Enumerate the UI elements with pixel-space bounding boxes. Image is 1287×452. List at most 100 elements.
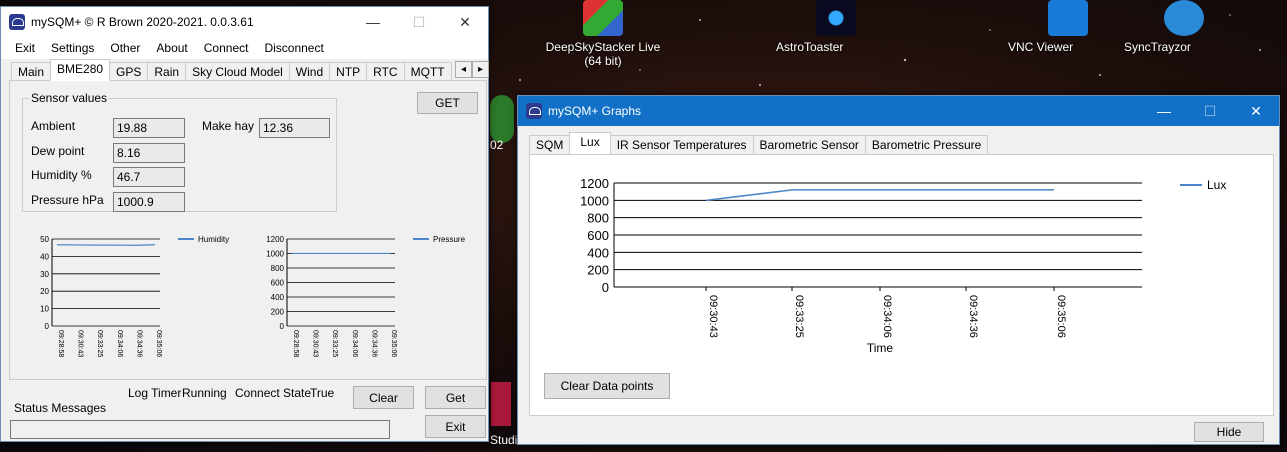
x-tick-label: 09:34:36: [967, 295, 979, 338]
y-tick-label: 20: [40, 287, 49, 296]
connect-state-label: Connect State: [235, 386, 312, 400]
x-tick-label: 09:30:43: [312, 330, 319, 357]
status-messages-label: Status Messages: [14, 401, 107, 415]
menu-exit[interactable]: Exit: [7, 41, 43, 55]
x-tick-label: 09:34:06: [116, 330, 123, 357]
desktop-icon-astrotoaster[interactable]: AstroToaster: [776, 0, 896, 54]
desktop-icon-label: DeepSkyStacker Live (64 bit): [545, 40, 661, 68]
maximize-icon: ☐: [412, 13, 426, 30]
app-icon: [526, 103, 542, 119]
legend-label: Pressure: [433, 235, 466, 244]
lux-chart-svg: 0 200 400 600 800 1000 1200 09:30:43 09:33:25 09:…: [580, 176, 1226, 355]
tab-rtc[interactable]: RTC: [366, 62, 405, 81]
main-titlebar[interactable]: mySQM+ © R Brown 2020-2021. 0.0.3.61 — ☐…: [1, 7, 488, 37]
x-tick-label: 09:33:25: [793, 295, 805, 338]
x-tick-label: 09:30:43: [77, 330, 84, 357]
tab-rain[interactable]: Rain: [147, 62, 187, 81]
tab-wind[interactable]: Wind: [288, 62, 331, 81]
y-tick-label: 200: [587, 263, 609, 278]
get-sensor-button[interactable]: GET: [417, 92, 478, 114]
humidity-chart-svg: 0 10 20 30 40 50 09:28:58 09:30:43 09:33:25 09:34…: [40, 235, 229, 357]
dew-point-field[interactable]: 8.16: [113, 143, 185, 163]
get-button[interactable]: Get: [425, 386, 486, 409]
minimize-icon: —: [1157, 103, 1171, 119]
pressure-field[interactable]: 1000.9: [113, 192, 185, 212]
y-tick-label: 400: [587, 245, 609, 260]
clear-data-points-button[interactable]: Clear Data points: [544, 373, 670, 399]
make-hay-label: Make hay: [202, 119, 255, 133]
y-tick-label: 1200: [580, 176, 609, 191]
ambient-label: Ambient: [31, 119, 76, 133]
x-tick-label: 09:33:25: [331, 330, 338, 357]
x-tick-label: 09:35:06: [155, 330, 162, 357]
menu-connect[interactable]: Connect: [196, 41, 257, 55]
main-tabs: Main BME280 GPS Rain Sky Cloud Model Win…: [1, 59, 457, 81]
x-tick-label: 09:34:36: [135, 330, 142, 357]
menubar: Exit Settings Other About Connect Discon…: [1, 37, 488, 59]
menu-about[interactable]: About: [148, 41, 195, 55]
tab-lux[interactable]: Lux: [569, 132, 611, 154]
window-title: mySQM+ © R Brown 2020-2021. 0.0.3.61: [31, 15, 254, 29]
desktop-icon-synctrayzor[interactable]: SyncTrayzor: [1124, 0, 1244, 54]
tab-scroll-left-button[interactable]: ◂: [455, 61, 472, 78]
maximize-button[interactable]: ☐: [1187, 96, 1233, 126]
desktop-icon-label: SyncTrayzor: [1124, 40, 1191, 54]
series-line-lux: [705, 189, 1054, 202]
graphs-titlebar[interactable]: mySQM+ Graphs — ☐ ✕: [518, 96, 1279, 126]
desktop-icon-deepskystacker[interactable]: DeepSkyStacker Live (64 bit): [543, 0, 663, 68]
humidity-chart: 0 10 20 30 40 50 09:28:58 09:30:43 09:33:25 09:34…: [20, 229, 250, 369]
tab-mqtt[interactable]: MQTT: [403, 62, 452, 81]
tab-gps[interactable]: GPS: [109, 62, 149, 81]
hide-button[interactable]: Hide: [1194, 422, 1264, 442]
tab-main[interactable]: Main: [11, 62, 52, 81]
y-tick-label: 600: [587, 228, 609, 243]
maximize-icon: ☐: [1203, 102, 1217, 119]
y-tick-label: 1200: [266, 235, 284, 244]
make-hay-field[interactable]: 12.36: [259, 118, 330, 138]
tab-ir-sensor-temperatures[interactable]: IR Sensor Temperatures: [609, 135, 754, 154]
x-tick-label: 09:33:25: [96, 330, 103, 357]
x-axis-title: Time: [867, 341, 894, 355]
minimize-button[interactable]: —: [350, 7, 396, 37]
desktop-icon-label: AstroToaster: [776, 40, 844, 54]
main-window: mySQM+ © R Brown 2020-2021. 0.0.3.61 — ☐…: [0, 6, 489, 442]
tab-sky-cloud-model[interactable]: Sky Cloud Model: [185, 62, 290, 81]
app-icon: [9, 14, 25, 30]
tab-barometric-sensor[interactable]: Barometric Sensor: [752, 135, 866, 154]
minimize-button[interactable]: —: [1141, 96, 1187, 126]
desktop-icon-vnc-viewer[interactable]: VNC Viewer: [1008, 0, 1128, 54]
maximize-button[interactable]: ☐: [396, 7, 442, 37]
tab-barometric-pressure[interactable]: Barometric Pressure: [864, 135, 989, 154]
vnc-viewer-icon: [1048, 0, 1088, 36]
group-title: Sensor values: [29, 91, 110, 105]
connect-state-value: True: [310, 386, 335, 400]
y-tick-label: 50: [40, 235, 49, 244]
lux-tab-panel: 0 200 400 600 800 1000 1200 09:30:43 09:33:25 09:…: [529, 154, 1274, 416]
pressure-label: Pressure hPa: [31, 193, 104, 207]
close-button[interactable]: ✕: [442, 7, 488, 37]
tab-bme280[interactable]: BME280: [50, 59, 111, 81]
tab-sqm[interactable]: SQM: [529, 135, 571, 154]
log-timer-label: Log Timer: [128, 386, 182, 400]
status-messages-box[interactable]: [10, 420, 390, 439]
exit-button[interactable]: Exit: [425, 415, 486, 438]
y-tick-label: 0: [280, 322, 285, 331]
tab-ntp[interactable]: NTP: [329, 62, 368, 81]
y-tick-label: 600: [271, 279, 285, 288]
menu-other[interactable]: Other: [102, 41, 148, 55]
humidity-field[interactable]: 46.7: [113, 167, 185, 187]
legend-label: Humidity: [198, 235, 229, 244]
clear-button[interactable]: Clear: [353, 386, 414, 409]
x-tick-label: 09:28:58: [292, 330, 299, 357]
x-tick-label: 09:35:06: [390, 330, 397, 357]
close-button[interactable]: ✕: [1233, 96, 1279, 126]
menu-settings[interactable]: Settings: [43, 41, 102, 55]
pressure-chart-svg: 0 200 400 600 800 1000 1200 09:28:58 09:30:43 09:…: [266, 235, 466, 357]
menu-disconnect[interactable]: Disconnect: [256, 41, 331, 55]
y-tick-label: 1000: [580, 193, 609, 208]
y-tick-label: 30: [40, 270, 49, 279]
synctrayzor-icon: [1164, 0, 1204, 36]
tab-scroll-right-button[interactable]: ▸: [472, 61, 489, 78]
ambient-field[interactable]: 19.88: [113, 118, 185, 138]
graphs-window: mySQM+ Graphs — ☐ ✕ SQM Lux IR Sensor Te…: [517, 95, 1280, 445]
